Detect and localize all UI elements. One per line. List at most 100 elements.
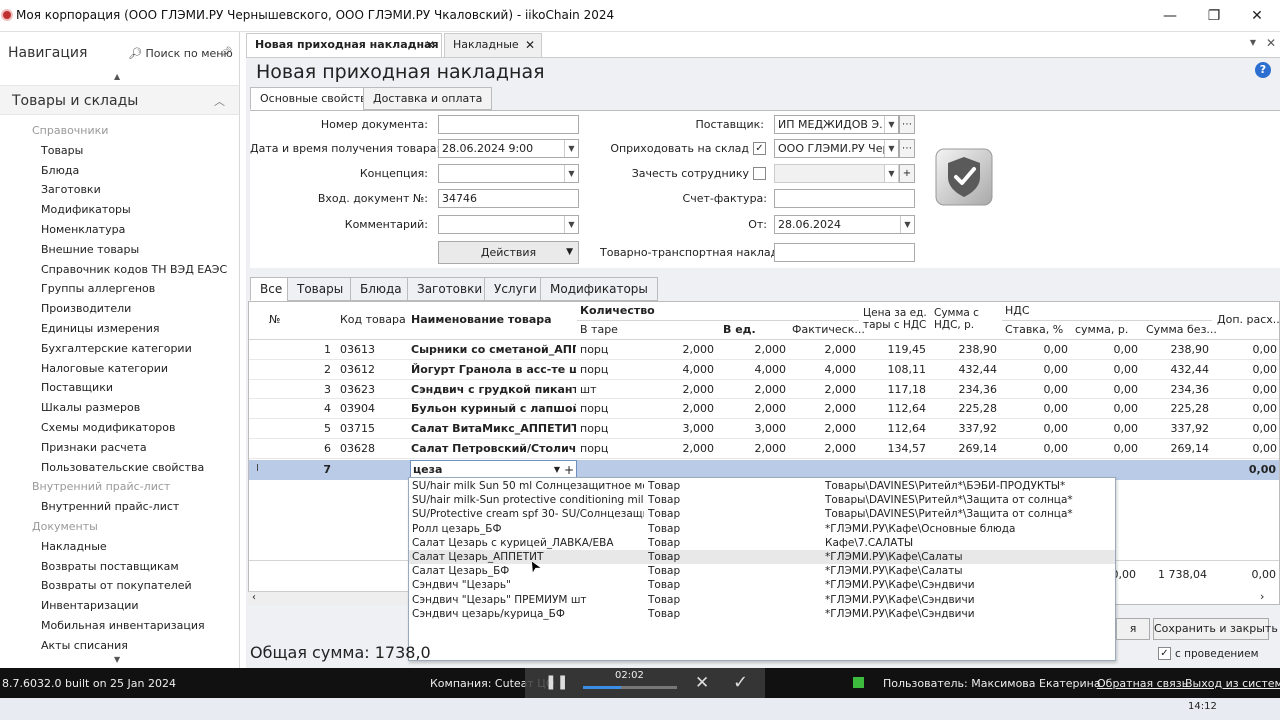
- autocomplete-item[interactable]: Салат Цезарь_АППЕТИТ Товар *ГЛЭМИ.РУ\Кафе\…: [409, 550, 1115, 565]
- pin-icon[interactable]: 📌︎: [220, 47, 233, 58]
- scroll-down-icon[interactable]: ▼: [114, 655, 120, 664]
- col-sum-no-vat[interactable]: Сумма без...: [1146, 323, 1217, 336]
- doc-number-input[interactable]: [438, 115, 579, 134]
- autocomplete-item[interactable]: Ролл цезарь_БФ Товар *ГЛЭМИ.РУ\Кафе\Основн…: [409, 522, 1115, 536]
- concept-select[interactable]: ▼: [438, 164, 579, 183]
- invoice-input[interactable]: [774, 189, 915, 208]
- table-row[interactable]: 2 03612 Йогурт Гранола в асс-те шт... порц 4…: [249, 360, 1279, 380]
- nav-item[interactable]: Поставщики: [0, 378, 239, 398]
- minimize-button[interactable]: —: [1155, 6, 1185, 26]
- comment-input[interactable]: ▼: [438, 215, 579, 234]
- table-tab-all[interactable]: Все: [250, 277, 293, 301]
- chevron-down-icon[interactable]: ▼: [564, 140, 578, 157]
- table-row[interactable]: 3 03623 Сэндвич с грудкой пикантн... шт 2,00…: [249, 380, 1279, 400]
- subtab-delivery-payment[interactable]: Доставка и оплата: [363, 87, 493, 110]
- col-vat-sum[interactable]: сумма, р.: [1075, 323, 1128, 336]
- pause-icon[interactable]: ❚❚: [545, 674, 568, 690]
- nav-item[interactable]: Справочник кодов ТН ВЭД ЕАЭС: [0, 260, 239, 280]
- nav-item[interactable]: Мобильная инвентаризация: [0, 616, 239, 636]
- nav-section-goods[interactable]: Товары и склады ︿: [0, 85, 239, 115]
- nav-item[interactable]: Блюда: [0, 161, 239, 181]
- close-tab-icon[interactable]: ✕: [425, 34, 435, 56]
- employee-checkbox[interactable]: [753, 167, 766, 180]
- posting-checkbox[interactable]: ✓: [1158, 647, 1171, 660]
- nav-item[interactable]: Налоговые категории: [0, 359, 239, 379]
- warehouse-select[interactable]: ООО ГЛЭМИ.РУ Черн ▼: [774, 139, 899, 158]
- check-icon[interactable]: ✓: [733, 672, 748, 693]
- tabs-menu-icon[interactable]: ▼: [1250, 38, 1256, 47]
- col-sum[interactable]: Сумма с НДС, р.: [934, 307, 1000, 331]
- table-tab-services[interactable]: Услуги: [484, 277, 547, 301]
- autocomplete-item[interactable]: Сэндвич "Цезарь" Товар *ГЛЭМИ.РУ\Кафе\Сэнд…: [409, 578, 1115, 592]
- nav-item[interactable]: Шкалы размеров: [0, 398, 239, 418]
- save-button[interactable]: я: [1116, 618, 1150, 640]
- autocomplete-item[interactable]: Салат Цезарь_БФ Товар *ГЛЭМИ.РУ\Кафе\Салат…: [409, 564, 1115, 578]
- autocomplete-item[interactable]: SU/Protective cream spf 30- SU/Солнцезащ…: [409, 507, 1115, 521]
- table-row[interactable]: 6 03628 Салат Петровский/Столичн... порц 2,0…: [249, 439, 1279, 459]
- nav-item[interactable]: Внутренний прайс-лист: [0, 497, 239, 517]
- nav-item[interactable]: Возвраты поставщикам: [0, 557, 239, 577]
- nav-item[interactable]: Модификаторы: [0, 200, 239, 220]
- col-fact[interactable]: Фактическ...: [792, 323, 865, 336]
- help-icon[interactable]: ?: [1255, 62, 1271, 78]
- chevron-down-icon[interactable]: ▼: [900, 216, 914, 233]
- nav-item[interactable]: Пользовательские свойства: [0, 458, 239, 478]
- chevron-down-icon[interactable]: ▼: [884, 116, 898, 133]
- chevron-down-icon[interactable]: ▼: [564, 165, 578, 182]
- nav-item[interactable]: Накладные: [0, 537, 239, 557]
- player-progress[interactable]: [583, 686, 677, 689]
- col-price[interactable]: Цена за ед. тары с НДС: [863, 307, 929, 331]
- restore-button[interactable]: ❐: [1199, 6, 1229, 26]
- autocomplete-item[interactable]: Сэндвич "Цезарь" ПРЕМИУМ шт Товар *ГЛЭМИ.Р…: [409, 593, 1115, 607]
- table-tab-dishes[interactable]: Блюда: [350, 277, 412, 301]
- close-icon[interactable]: ✕: [695, 673, 709, 693]
- nav-item[interactable]: Внешние товары: [0, 240, 239, 260]
- nav-item[interactable]: Инвентаризации: [0, 596, 239, 616]
- actions-button[interactable]: Действия ▼: [438, 241, 579, 264]
- nav-item[interactable]: Единицы измерения: [0, 319, 239, 339]
- nav-item[interactable]: Схемы модификаторов: [0, 418, 239, 438]
- nav-item[interactable]: Возвраты от покупателей: [0, 576, 239, 596]
- table-tab-goods[interactable]: Товары: [287, 277, 354, 301]
- col-name[interactable]: Наименование товара: [411, 313, 552, 326]
- scroll-up-icon[interactable]: ▲: [114, 72, 120, 81]
- col-num[interactable]: №: [269, 313, 280, 326]
- tab-new-invoice[interactable]: Новая приходная накладная ✕: [246, 33, 442, 57]
- col-per-unit[interactable]: В ед.: [723, 323, 756, 336]
- chevron-down-icon[interactable]: ▼: [884, 140, 898, 157]
- incoming-doc-input[interactable]: 34746: [438, 189, 579, 208]
- col-extra[interactable]: Доп. расх...: [1217, 313, 1279, 326]
- horizontal-scrollbar[interactable]: ‹: [248, 591, 408, 605]
- nav-item[interactable]: Производители: [0, 299, 239, 319]
- nav-item[interactable]: Номенклатура: [0, 220, 239, 240]
- ttn-input[interactable]: [774, 243, 915, 262]
- chevron-down-icon[interactable]: ▼: [564, 216, 578, 233]
- nav-item[interactable]: Заготовки: [0, 180, 239, 200]
- close-window-button[interactable]: ✕: [1242, 6, 1272, 26]
- autocomplete-item[interactable]: Салат Цезарь с курицей_ЛАВКА/ЕВА Товар Каф…: [409, 536, 1115, 550]
- close-tab-icon[interactable]: ✕: [525, 34, 535, 56]
- from-date-input[interactable]: 28.06.2024 ▼: [774, 215, 915, 234]
- date-input[interactable]: 28.06.2024 9:00 ▼: [438, 139, 579, 158]
- autocomplete-item[interactable]: SU/hair milk Sun 50 ml Солнцезащитное мо…: [409, 479, 1115, 493]
- col-code[interactable]: Код товара: [340, 313, 406, 326]
- table-row[interactable]: 4 03904 Бульон куриный с лапшой_... порц 2,0…: [249, 399, 1279, 420]
- nav-item[interactable]: Товары: [0, 141, 239, 161]
- scroll-right-icon[interactable]: ›: [1260, 590, 1264, 603]
- table-row[interactable]: 5 03715 Салат ВитаМикс_АППЕТИТ порц 3,000 3,0…: [249, 419, 1279, 439]
- col-pack[interactable]: В таре: [580, 323, 618, 336]
- feedback-link[interactable]: Обратная связь: [1097, 677, 1188, 690]
- nav-item[interactable]: Бухгалтерские категории: [0, 339, 239, 359]
- supplier-select[interactable]: ИП МЕДЖИДОВ Э. Р. (▼: [774, 115, 899, 134]
- scroll-left-icon[interactable]: ‹: [252, 592, 256, 603]
- table-tab-preparations[interactable]: Заготовки: [407, 277, 493, 301]
- nav-search-button[interactable]: 🔎︎ Поиск по меню: [128, 47, 233, 60]
- supplier-more-button[interactable]: ⋯: [899, 115, 915, 134]
- collapse-icon[interactable]: ︿: [214, 93, 225, 109]
- nav-item[interactable]: Признаки расчета: [0, 438, 239, 458]
- warehouse-more-button[interactable]: ⋯: [899, 139, 915, 158]
- nav-item[interactable]: Группы аллергенов: [0, 279, 239, 299]
- table-tab-modifiers[interactable]: Модификаторы: [540, 277, 658, 301]
- logout-link[interactable]: Выход из системы: [1185, 677, 1280, 690]
- col-rate[interactable]: Ставка, %: [1005, 323, 1063, 336]
